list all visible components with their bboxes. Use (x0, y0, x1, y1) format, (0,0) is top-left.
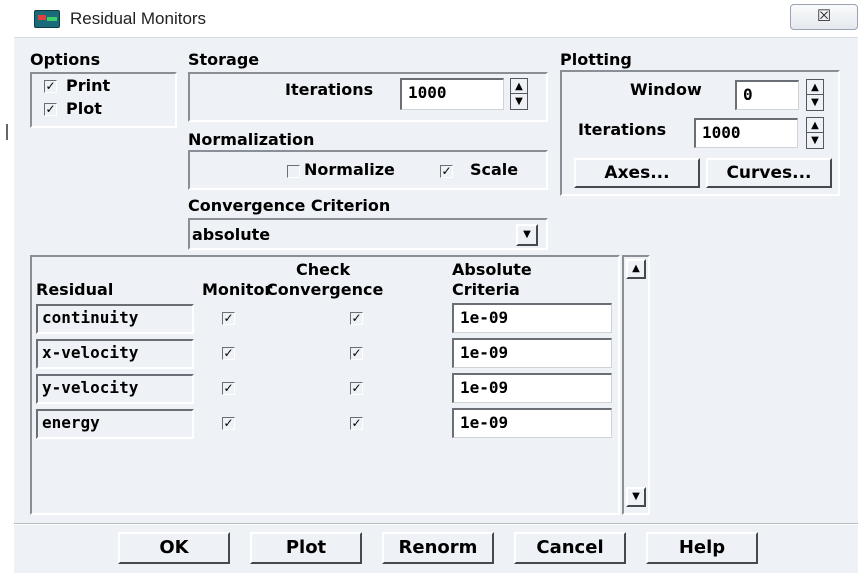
header-absolute: Absolute (452, 260, 532, 279)
check-icon: ✓ (351, 416, 362, 430)
arrow-up-icon[interactable]: ▲ (807, 80, 823, 95)
check-icon: ✓ (351, 346, 362, 360)
ok-button[interactable]: OK (118, 532, 230, 564)
axes-button[interactable]: Axes... (574, 158, 700, 188)
criteria-field[interactable]: 1e-09 (452, 408, 612, 438)
print-label: Print (66, 76, 111, 95)
arrow-down-icon[interactable]: ▼ (807, 95, 823, 110)
arrow-up-icon[interactable]: ▲ (807, 118, 823, 133)
arrow-down-icon[interactable]: ▼ (807, 133, 823, 148)
arrow-down-icon[interactable]: ▼ (511, 94, 527, 109)
monitor-checkbox[interactable]: ✓ (222, 312, 235, 325)
arrow-up-icon[interactable]: ▲ (511, 79, 527, 94)
header-criteria: Criteria (452, 280, 520, 299)
plotting-heading: Plotting (560, 50, 632, 69)
scroll-up-icon[interactable]: ▲ (626, 259, 646, 279)
plot-button[interactable]: Plot (250, 532, 362, 564)
storage-heading: Storage (188, 50, 260, 69)
criteria-field[interactable]: 1e-09 (452, 373, 612, 403)
table-row-name: energy (36, 409, 194, 439)
close-button[interactable]: ☒ (790, 4, 858, 30)
check-icon: ✓ (45, 79, 56, 93)
table-scrollbar[interactable]: ▲ ▼ (622, 255, 650, 515)
scroll-down-icon[interactable]: ▼ (626, 487, 646, 507)
plotting-window-field[interactable]: 0 (735, 80, 799, 110)
close-icon: ☒ (816, 8, 832, 25)
criteria-field[interactable]: 1e-09 (452, 338, 612, 368)
header-residual: Residual (36, 280, 114, 299)
plotting-window-label: Window (630, 80, 702, 99)
plotting-iterations-label: Iterations (578, 120, 667, 139)
check-convergence-checkbox[interactable]: ✓ (350, 417, 363, 430)
plotting-window-spinner[interactable]: ▲ ▼ (806, 79, 824, 111)
storage-iterations-label: Iterations (285, 80, 374, 99)
check-icon: ✓ (441, 164, 452, 178)
help-button[interactable]: Help (646, 532, 758, 564)
table-row-name: x-velocity (36, 339, 194, 369)
check-icon: ✓ (351, 311, 362, 325)
header-convergence: Convergence (266, 280, 384, 299)
storage-iterations-spinner[interactable]: ▲ ▼ (510, 78, 528, 110)
background-artifact (6, 124, 8, 140)
scale-checkbox[interactable]: ✓ (440, 165, 453, 178)
plotting-iterations-field[interactable]: 1000 (694, 118, 798, 148)
app-icon (34, 10, 60, 28)
scale-label: Scale (470, 160, 519, 179)
plotting-iterations-spinner[interactable]: ▲ ▼ (806, 117, 824, 149)
title-bar: Residual Monitors ☒ (14, 0, 858, 38)
check-icon: ✓ (351, 381, 362, 395)
chevron-down-icon[interactable]: ▼ (516, 224, 538, 246)
window-title: Residual Monitors (70, 9, 207, 28)
check-icon: ✓ (45, 102, 56, 116)
table-row-name: y-velocity (36, 374, 194, 404)
monitor-checkbox[interactable]: ✓ (222, 417, 235, 430)
convergence-heading: Convergence Criterion (188, 196, 391, 215)
cancel-button[interactable]: Cancel (514, 532, 626, 564)
monitor-checkbox[interactable]: ✓ (222, 347, 235, 360)
plot-checkbox[interactable]: ✓ (44, 103, 57, 116)
criteria-field[interactable]: 1e-09 (452, 303, 612, 333)
normalize-label: Normalize (304, 160, 395, 179)
monitor-checkbox[interactable]: ✓ (222, 382, 235, 395)
curves-button[interactable]: Curves... (706, 158, 832, 188)
plot-label: Plot (66, 99, 102, 118)
renorm-button[interactable]: Renorm (382, 532, 494, 564)
storage-iterations-field[interactable]: 1000 (400, 78, 504, 110)
check-icon: ✓ (223, 416, 234, 430)
print-checkbox[interactable]: ✓ (44, 80, 57, 93)
check-icon: ✓ (223, 381, 234, 395)
header-monitor: Monitor (202, 280, 273, 299)
header-check: Check (296, 260, 351, 279)
convergence-selected-value: absolute (192, 225, 271, 244)
check-convergence-checkbox[interactable]: ✓ (350, 382, 363, 395)
check-convergence-checkbox[interactable]: ✓ (350, 312, 363, 325)
table-row-name: continuity (36, 304, 194, 334)
normalization-heading: Normalization (188, 130, 315, 149)
options-heading: Options (30, 50, 101, 69)
check-icon: ✓ (223, 346, 234, 360)
check-convergence-checkbox[interactable]: ✓ (350, 347, 363, 360)
separator (14, 523, 858, 525)
check-icon: ✓ (223, 311, 234, 325)
normalize-checkbox[interactable] (287, 165, 300, 178)
